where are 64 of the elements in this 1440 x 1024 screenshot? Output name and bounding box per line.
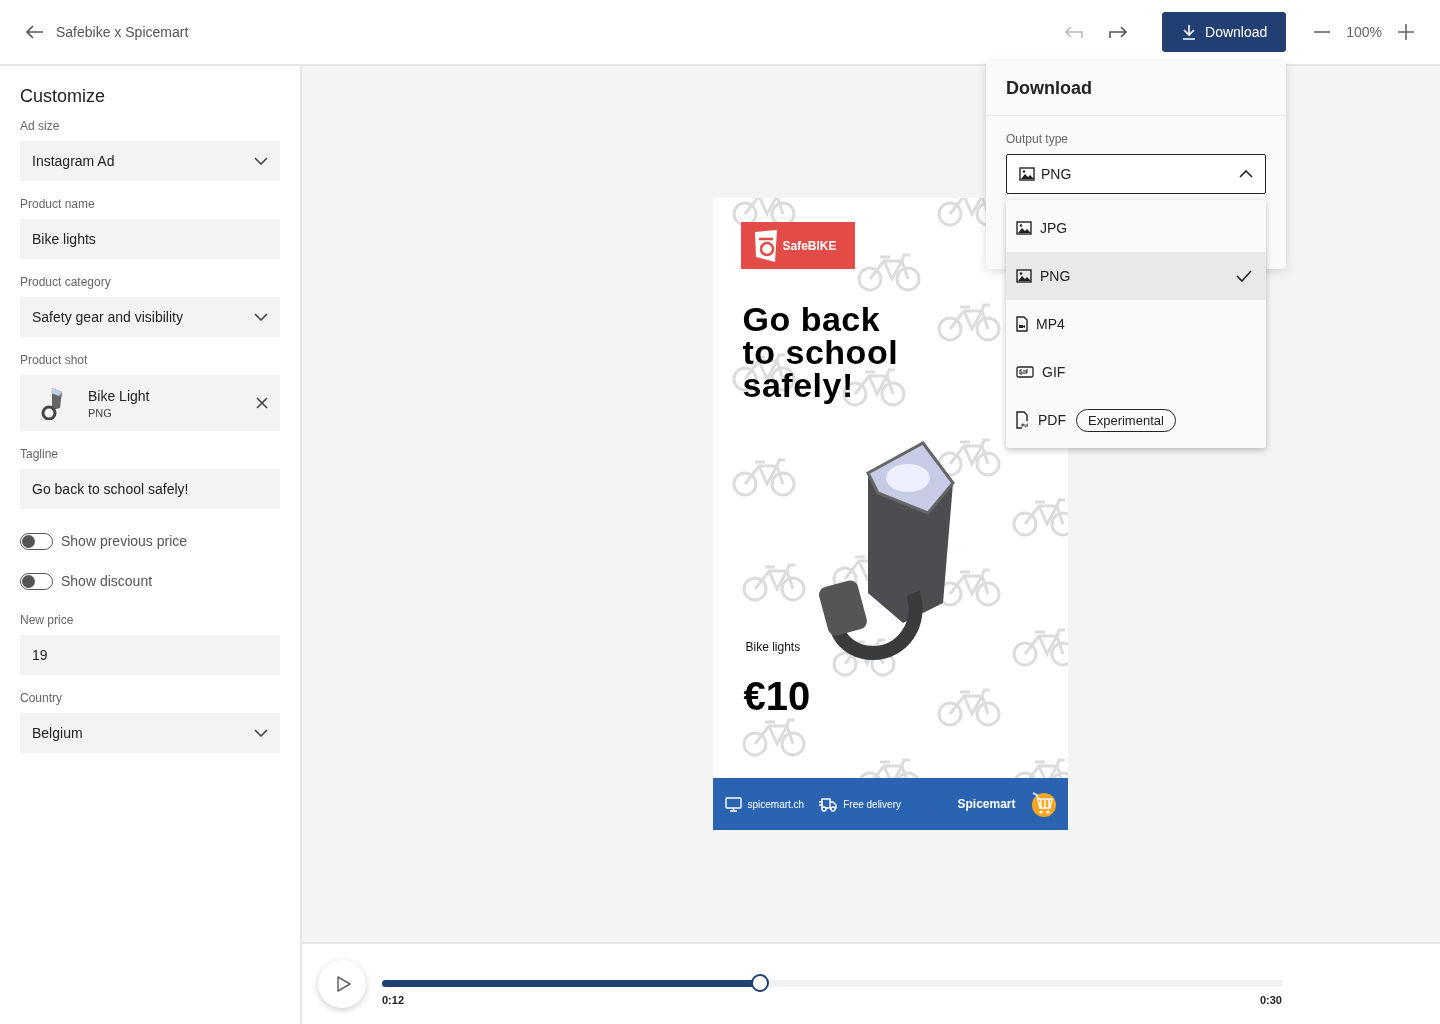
menu-option[interactable]: PDF Experimental [1006,396,1266,444]
video-file-icon [1016,316,1028,332]
select-field[interactable]: Belgium [20,713,280,753]
download-icon [1181,24,1198,40]
image-icon [1016,269,1032,283]
zoom-in-icon[interactable] [1398,24,1414,40]
toggle-label: Show previous price [61,533,188,549]
field-label: New price [20,613,75,627]
text-field[interactable]: Go back to school safely! [20,469,280,509]
field-label: Output type [1006,132,1070,146]
chevron-down-icon [254,313,268,321]
select-field[interactable]: Instagram Ad [20,141,280,181]
checkmark-icon [1236,270,1252,282]
redo-icon[interactable] [1108,25,1129,39]
menu-option[interactable]: JPG [1006,204,1266,252]
menu-option[interactable]: MP4 [1006,300,1266,348]
text-field[interactable]: Bike lights [20,219,280,259]
image-icon [1019,167,1035,181]
field-label: Ad size [20,119,61,133]
project-title: Safebike x Spicemart [56,24,189,40]
delivery-text: Free delivery [843,798,901,810]
toggle-switch[interactable] [20,532,53,550]
file-type: PNG [88,406,113,419]
store-name: Spicemart [957,797,1016,811]
download-button[interactable]: Download [1162,12,1287,52]
popover-title: Download [1006,77,1092,99]
menu-option[interactable]: GIF [1006,348,1266,396]
play-icon [336,976,351,992]
field-label: Product name [20,197,96,211]
pdf-file-icon [1016,411,1030,429]
image-icon [1016,221,1032,235]
brand-name: SafeBIKE [782,238,837,253]
total-time: 0:30 [1259,994,1282,1006]
menu-option[interactable]: PNG [1006,252,1266,300]
play-button[interactable] [318,960,366,1008]
current-time: 0:12 [382,994,405,1006]
website-text: spicemart.ch [747,798,805,810]
file-field[interactable]: Bike Light PNG [20,375,280,431]
back-arrow-icon[interactable] [26,25,44,39]
product-price: €10 [743,674,811,719]
monitor-icon [724,796,742,812]
toggle-label: Show discount [61,573,153,589]
bike-logo-icon [752,228,779,263]
file-name: Bike Light [88,387,151,404]
cart-logo-icon [1029,791,1056,817]
truck-icon [818,796,838,812]
chevron-down-icon [254,729,268,737]
ad-headline: Go back to school safely! [742,303,899,402]
product-name: Bike lights [745,640,801,654]
text-field[interactable]: 19 [20,635,280,675]
field-label: Product category [20,275,112,289]
field-label: Country [20,691,64,705]
output-type-select[interactable]: PNG [1006,154,1266,194]
chevron-down-icon [254,157,268,165]
close-icon[interactable] [256,397,268,409]
field-label: Tagline [20,447,60,461]
slider-thumb[interactable] [751,974,769,992]
toggle-switch[interactable] [20,572,53,590]
panel-title: Customize [20,86,107,107]
zoom-level: 100% [1346,24,1382,40]
chevron-up-icon [1239,170,1253,178]
gif-file-icon [1016,366,1034,378]
field-label: Product shot [20,353,89,367]
select-field[interactable]: Safety gear and visibility [20,297,280,337]
